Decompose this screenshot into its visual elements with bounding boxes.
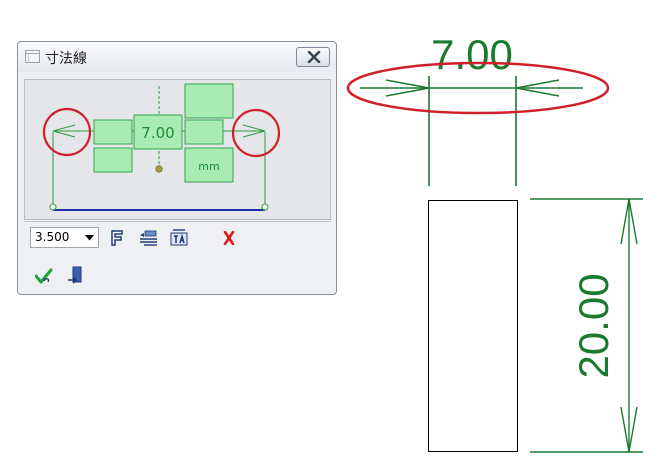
horizontal-dimension-text: 7.00: [431, 31, 513, 78]
drawing-canvas: 7.00 20.00: [346, 31, 643, 453]
vertical-dimension-text: 20.00: [570, 273, 617, 378]
part-rectangle[interactable]: [428, 200, 518, 452]
